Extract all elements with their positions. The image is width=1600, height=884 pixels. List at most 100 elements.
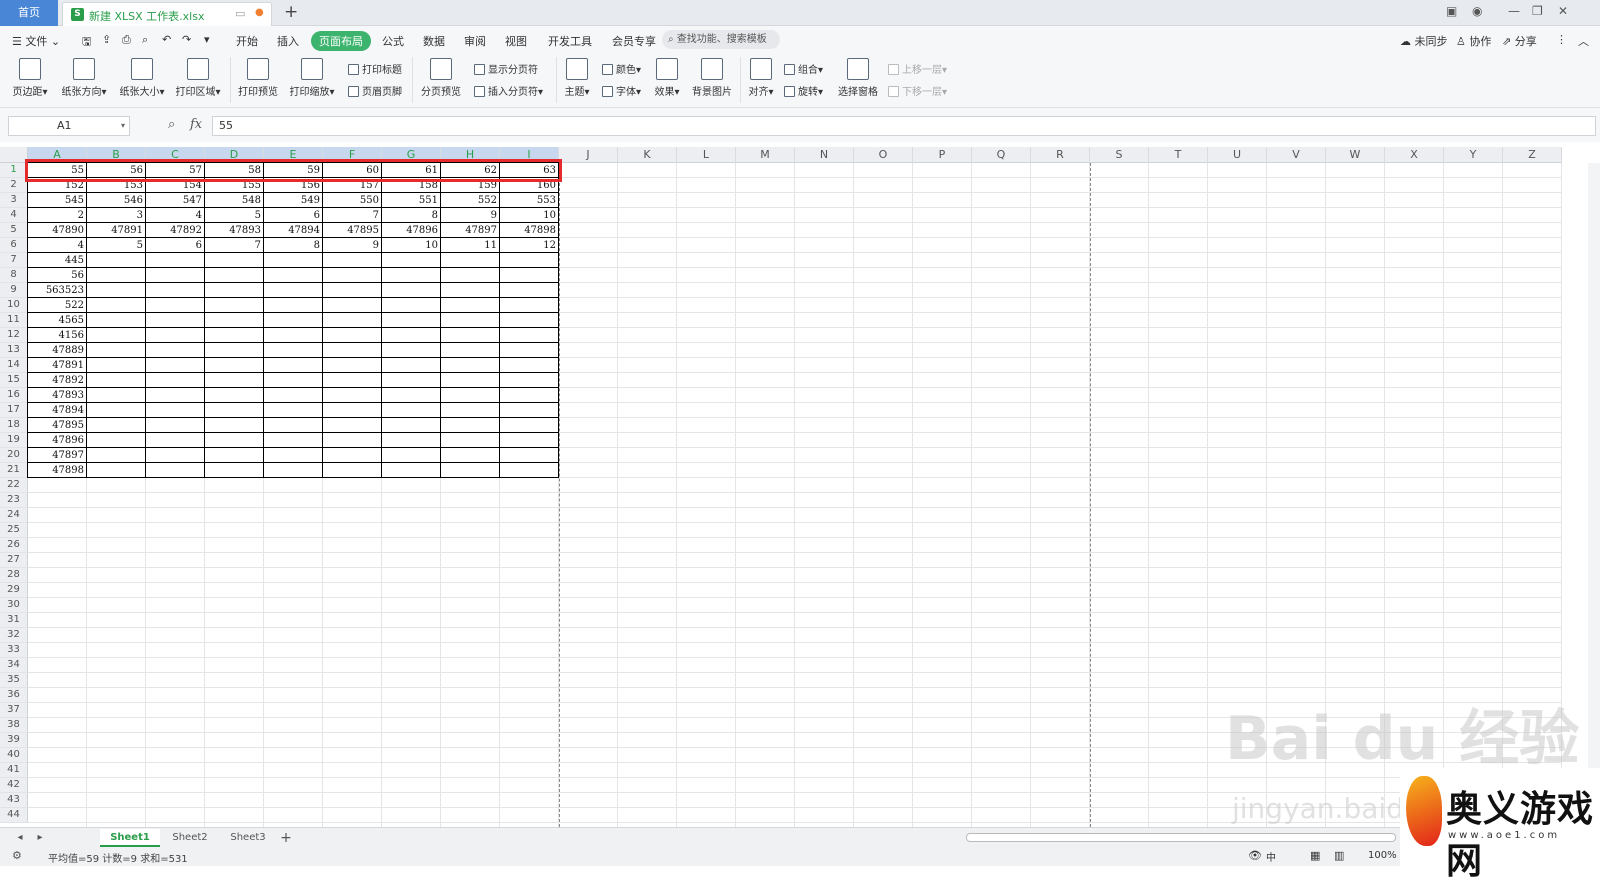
sheet-nav-icon[interactable]: ▸ [32, 829, 48, 847]
cell-a10[interactable]: 522 [28, 298, 86, 313]
menu-start[interactable]: 开始 [236, 33, 258, 49]
column-header-j[interactable]: J [559, 147, 618, 163]
restore-icon[interactable]: ❐ [1532, 4, 1543, 18]
sheet-nav-icon[interactable]: ◂ [12, 829, 28, 847]
cell-a4[interactable]: 2 [28, 208, 86, 223]
row-header-17[interactable]: 17 [0, 403, 28, 418]
cell-a11[interactable]: 4565 [28, 313, 86, 328]
cell-c3[interactable]: 547 [146, 193, 204, 208]
row-header-40[interactable]: 40 [0, 748, 28, 763]
row-header-30[interactable]: 30 [0, 598, 28, 613]
sync-status[interactable]: ☁ 未同步 [1400, 33, 1448, 49]
chevron-down-icon[interactable]: ▾ [121, 117, 125, 135]
macro-icon[interactable]: ⚙ [12, 849, 22, 862]
margins-button[interactable]: 页边距▾ [8, 58, 52, 98]
cell-d3[interactable]: 548 [205, 193, 263, 208]
cell-d5[interactable]: 47893 [205, 223, 263, 238]
cell-i4[interactable]: 10 [500, 208, 558, 223]
print-preview-button[interactable]: 打印预览 [236, 58, 280, 98]
input-lang[interactable]: 中 [1266, 849, 1276, 864]
cell-c6[interactable]: 6 [146, 238, 204, 253]
row-header-11[interactable]: 11 [0, 313, 28, 328]
cell-a21[interactable]: 47898 [28, 463, 86, 478]
cell-a9[interactable]: 563523 [28, 283, 86, 298]
vertical-scrollbar[interactable] [1588, 163, 1600, 827]
column-header-o[interactable]: O [854, 147, 913, 163]
row-header-1[interactable]: 1 [0, 163, 28, 178]
row-header-36[interactable]: 36 [0, 688, 28, 703]
cell-h4[interactable]: 9 [441, 208, 499, 223]
tab-list-icon[interactable]: ▣ [1446, 4, 1457, 18]
cell-f3[interactable]: 550 [323, 193, 381, 208]
cell-g5[interactable]: 47896 [382, 223, 440, 238]
row-header-18[interactable]: 18 [0, 418, 28, 433]
selection-pane-button[interactable]: 选择窗格 [836, 58, 880, 98]
row-header-20[interactable]: 20 [0, 448, 28, 463]
cell-g6[interactable]: 10 [382, 238, 440, 253]
menu-formula[interactable]: 公式 [382, 33, 404, 49]
theme-button[interactable]: 主题▾ [562, 58, 592, 98]
column-header-s[interactable]: S [1090, 147, 1149, 163]
sheet-tab-3[interactable]: Sheet3 [220, 829, 276, 847]
row-header-2[interactable]: 2 [0, 178, 28, 193]
column-header-l[interactable]: L [677, 147, 736, 163]
cell-e3[interactable]: 549 [264, 193, 322, 208]
menu-view[interactable]: 视图 [505, 33, 527, 49]
cell-a5[interactable]: 47890 [28, 223, 86, 238]
menu-data[interactable]: 数据 [423, 33, 445, 49]
sheet-tab-1[interactable]: Sheet1 [100, 829, 160, 847]
column-header-w[interactable]: W [1326, 147, 1385, 163]
column-header-v[interactable]: V [1267, 147, 1326, 163]
column-header-m[interactable]: M [736, 147, 795, 163]
zoom-level[interactable]: 100% [1368, 850, 1397, 861]
bring-forward-button[interactable]: 上移一层▾ [888, 61, 947, 76]
row-header-6[interactable]: 6 [0, 238, 28, 253]
row-header-5[interactable]: 5 [0, 223, 28, 238]
column-header-r[interactable]: R [1031, 147, 1090, 163]
preview-icon[interactable]: ⌕ [142, 33, 148, 47]
row-header-26[interactable]: 26 [0, 538, 28, 553]
column-header-x[interactable]: X [1385, 147, 1444, 163]
save-icon[interactable]: 🖫 [82, 33, 91, 52]
close-icon[interactable]: ✕ [1558, 4, 1568, 18]
cell-b6[interactable]: 5 [87, 238, 145, 253]
row-header-19[interactable]: 19 [0, 433, 28, 448]
cell-a13[interactable]: 47889 [28, 343, 86, 358]
row-header-4[interactable]: 4 [0, 208, 28, 223]
page-break-preview-button[interactable]: 分页预览 [418, 58, 464, 98]
print-scale-button[interactable]: 打印缩放▾ [286, 58, 338, 98]
name-box[interactable]: A1 ▾ [8, 116, 130, 136]
column-header-z[interactable]: Z [1503, 147, 1562, 163]
paper-size-button[interactable]: 纸张大小▾ [116, 58, 168, 98]
undo-icon[interactable]: ↶ [162, 33, 171, 46]
row-header-28[interactable]: 28 [0, 568, 28, 583]
row-header-27[interactable]: 27 [0, 553, 28, 568]
monitor-icon[interactable]: ▭ [235, 7, 245, 20]
row-header-37[interactable]: 37 [0, 703, 28, 718]
cell-f6[interactable]: 9 [323, 238, 381, 253]
cell-b5[interactable]: 47891 [87, 223, 145, 238]
file-menu[interactable]: ☰ 文件 ⌄ [12, 33, 60, 49]
row-header-21[interactable]: 21 [0, 463, 28, 478]
cell-d6[interactable]: 7 [205, 238, 263, 253]
cell-b4[interactable]: 3 [87, 208, 145, 223]
background-image-button[interactable]: 背景图片 [690, 58, 734, 98]
column-header-y[interactable]: Y [1444, 147, 1503, 163]
row-header-41[interactable]: 41 [0, 763, 28, 778]
row-header-16[interactable]: 16 [0, 388, 28, 403]
row-header-42[interactable]: 42 [0, 778, 28, 793]
row-header-15[interactable]: 15 [0, 373, 28, 388]
fx-icon[interactable]: fx [190, 117, 202, 132]
cell-f5[interactable]: 47895 [323, 223, 381, 238]
column-header-k[interactable]: K [618, 147, 677, 163]
row-header-25[interactable]: 25 [0, 523, 28, 538]
row-header-7[interactable]: 7 [0, 253, 28, 268]
row-header-43[interactable]: 43 [0, 793, 28, 808]
column-header-u[interactable]: U [1208, 147, 1267, 163]
cell-a14[interactable]: 47891 [28, 358, 86, 373]
cell-g4[interactable]: 8 [382, 208, 440, 223]
cell-e4[interactable]: 6 [264, 208, 322, 223]
row-header-32[interactable]: 32 [0, 628, 28, 643]
avatar[interactable]: ◉ [1472, 4, 1482, 18]
row-header-24[interactable]: 24 [0, 508, 28, 523]
